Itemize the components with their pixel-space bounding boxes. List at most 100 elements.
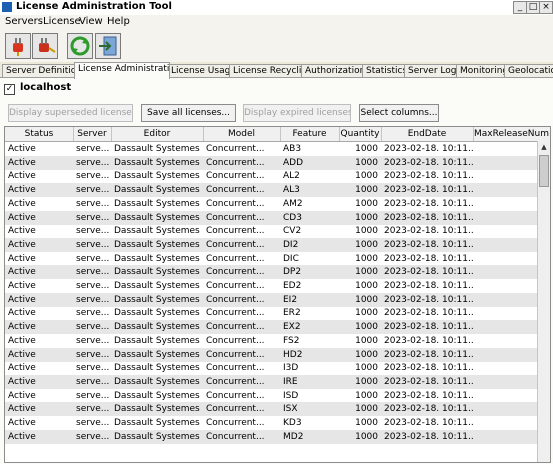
- quantity-cell: 1000: [355, 335, 378, 346]
- table-row[interactable]: Active serve... Dassault Systemes Concurren…: [5, 155, 538, 170]
- table-row[interactable]: Active serve... Dassault Systemes Concurren…: [5, 320, 538, 335]
- enddate-cell: 2023-02-18. 10:11...: [384, 431, 473, 442]
- model-cell: Concurrent...: [206, 363, 265, 374]
- editor-cell: Dassault Systemes: [114, 335, 200, 346]
- display-expired-button[interactable]: Display expired licenses: [243, 104, 351, 122]
- tab-license-administration[interactable]: License Administration: [74, 62, 170, 79]
- server-cell: serve...: [76, 363, 110, 374]
- table-row[interactable]: Active serve... Dassault Systemes Concurren…: [5, 183, 538, 198]
- menu-help[interactable]: Help: [107, 16, 130, 27]
- model-cell: Concurrent...: [206, 322, 265, 333]
- editor-cell: Dassault Systemes: [114, 144, 200, 154]
- table-row[interactable]: Active serve... Dassault Systemes Concurren…: [5, 402, 538, 417]
- tab-license-recycling[interactable]: License Recycling: [229, 64, 304, 78]
- scroll-thumb[interactable]: [539, 155, 549, 187]
- quantity-cell: 1000: [355, 212, 378, 223]
- minimize-icon[interactable]: _: [513, 1, 527, 14]
- table-row[interactable]: Active serve... Dassault Systemes Concurren…: [5, 429, 538, 444]
- scroll-up-icon[interactable]: ▲: [539, 142, 549, 152]
- maximize-icon[interactable]: □: [526, 1, 540, 14]
- table-row[interactable]: Active serve... Dassault Systemes Concurren…: [5, 142, 538, 156]
- connect-plug-icon[interactable]: [5, 33, 31, 59]
- tab-server-logs[interactable]: Server Logs: [404, 64, 459, 78]
- col-maxreleasenum-header[interactable]: MaxReleaseNum: [473, 127, 550, 141]
- menu-servers[interactable]: Servers: [5, 16, 43, 27]
- table-row[interactable]: Active serve... Dassault Systemes Concurren…: [5, 292, 538, 307]
- server-checkbox[interactable]: ✓: [4, 84, 15, 95]
- table-row[interactable]: Active serve... Dassault Systemes Concurren…: [5, 237, 538, 252]
- table-row[interactable]: Active serve... Dassault Systemes Concurren…: [5, 265, 538, 280]
- feature-cell: I3D: [283, 363, 299, 374]
- col-quantity-header[interactable]: Quantity: [339, 127, 382, 141]
- tab-geolocation[interactable]: Geolocation: [504, 64, 553, 78]
- table-row[interactable]: Active serve... Dassault Systemes Concurren…: [5, 279, 538, 293]
- col-server-header[interactable]: Server: [73, 127, 112, 141]
- col-editor-header[interactable]: Editor: [111, 127, 204, 141]
- menu-view[interactable]: View: [79, 16, 103, 27]
- feature-cell: IRE: [283, 376, 298, 387]
- feature-cell: ISD: [283, 390, 299, 401]
- model-cell: Concurrent...: [206, 198, 265, 209]
- tab-strip: Server Definitions License Administratio…: [0, 62, 553, 79]
- editor-cell: Dassault Systemes: [114, 281, 200, 291]
- col-enddate-header[interactable]: EndDate: [381, 127, 474, 141]
- tab-authorizations[interactable]: Authorizations: [301, 64, 365, 78]
- table-row[interactable]: Active serve... Dassault Systemes Concurren…: [5, 416, 538, 430]
- model-cell: Concurrent...: [206, 253, 265, 264]
- quantity-cell: 1000: [355, 431, 378, 442]
- enddate-cell: 2023-02-18. 10:11...: [384, 390, 473, 401]
- table-row[interactable]: Active serve... Dassault Systemes Concurren…: [5, 334, 538, 348]
- tab-license-usage[interactable]: License Usage: [167, 64, 232, 78]
- table-row[interactable]: Active serve... Dassault Systemes Concurren…: [5, 389, 538, 403]
- enddate-cell: 2023-02-18. 10:11...: [384, 294, 473, 305]
- status-cell: Active: [8, 294, 36, 305]
- feature-cell: DIC: [283, 253, 299, 264]
- tab-statistics[interactable]: Statistics: [362, 64, 407, 78]
- table-row[interactable]: Active serve... Dassault Systemes Concurren…: [5, 224, 538, 238]
- status-cell: Active: [8, 198, 36, 209]
- editor-cell: Dassault Systemes: [114, 363, 200, 374]
- col-model-header[interactable]: Model: [203, 127, 281, 141]
- quantity-cell: 1000: [355, 267, 378, 278]
- server-cell: serve...: [76, 281, 110, 291]
- table-row[interactable]: Active serve... Dassault Systemes Concurren…: [5, 361, 538, 375]
- quantity-cell: 1000: [355, 157, 378, 168]
- enddate-cell: 2023-02-18. 10:11...: [384, 418, 473, 428]
- table-row[interactable]: Active serve... Dassault Systemes Concurren…: [5, 374, 538, 389]
- save-all-licenses-button[interactable]: Save all licenses...: [141, 104, 236, 122]
- logout-icon[interactable]: [95, 33, 121, 59]
- editor-cell: Dassault Systemes: [114, 418, 200, 428]
- editor-cell: Dassault Systemes: [114, 308, 200, 319]
- server-cell: serve...: [76, 267, 110, 278]
- table-row[interactable]: Active serve... Dassault Systemes Concurren…: [5, 197, 538, 211]
- status-cell: Active: [8, 157, 36, 168]
- status-cell: Active: [8, 144, 36, 154]
- col-status-header[interactable]: Status: [5, 127, 74, 141]
- status-cell: Active: [8, 185, 36, 196]
- server-cell: serve...: [76, 171, 110, 182]
- enddate-cell: 2023-02-18. 10:11...: [384, 322, 473, 333]
- vertical-scrollbar[interactable]: ▲: [537, 141, 550, 462]
- server-cell: serve...: [76, 212, 110, 223]
- table-row[interactable]: Active serve... Dassault Systemes Concurren…: [5, 169, 538, 183]
- table-row[interactable]: Active serve... Dassault Systemes Concurren…: [5, 306, 538, 320]
- status-cell: Active: [8, 253, 36, 264]
- tab-monitoring[interactable]: Monitoring: [456, 64, 507, 78]
- tab-server-definitions[interactable]: Server Definitions: [2, 64, 77, 78]
- col-feature-header[interactable]: Feature: [280, 127, 340, 141]
- close-icon[interactable]: ×: [539, 1, 553, 14]
- feature-cell: HD2: [283, 349, 303, 360]
- status-cell: Active: [8, 226, 36, 237]
- editor-cell: Dassault Systemes: [114, 198, 200, 209]
- table-row[interactable]: Active serve... Dassault Systemes Concurren…: [5, 252, 538, 266]
- disconnect-plug-icon[interactable]: [32, 33, 58, 59]
- refresh-icon[interactable]: [67, 33, 93, 59]
- status-cell: Active: [8, 431, 36, 442]
- display-superseded-button[interactable]: Display superseded licenses: [8, 104, 133, 122]
- editor-cell: Dassault Systemes: [114, 322, 200, 333]
- feature-cell: EX2: [283, 322, 301, 333]
- select-columns-button[interactable]: Select columns...: [359, 104, 439, 122]
- table-row[interactable]: Active serve... Dassault Systemes Concurren…: [5, 347, 538, 362]
- menu-license[interactable]: License: [43, 16, 81, 27]
- table-row[interactable]: Active serve... Dassault Systemes Concurren…: [5, 210, 538, 225]
